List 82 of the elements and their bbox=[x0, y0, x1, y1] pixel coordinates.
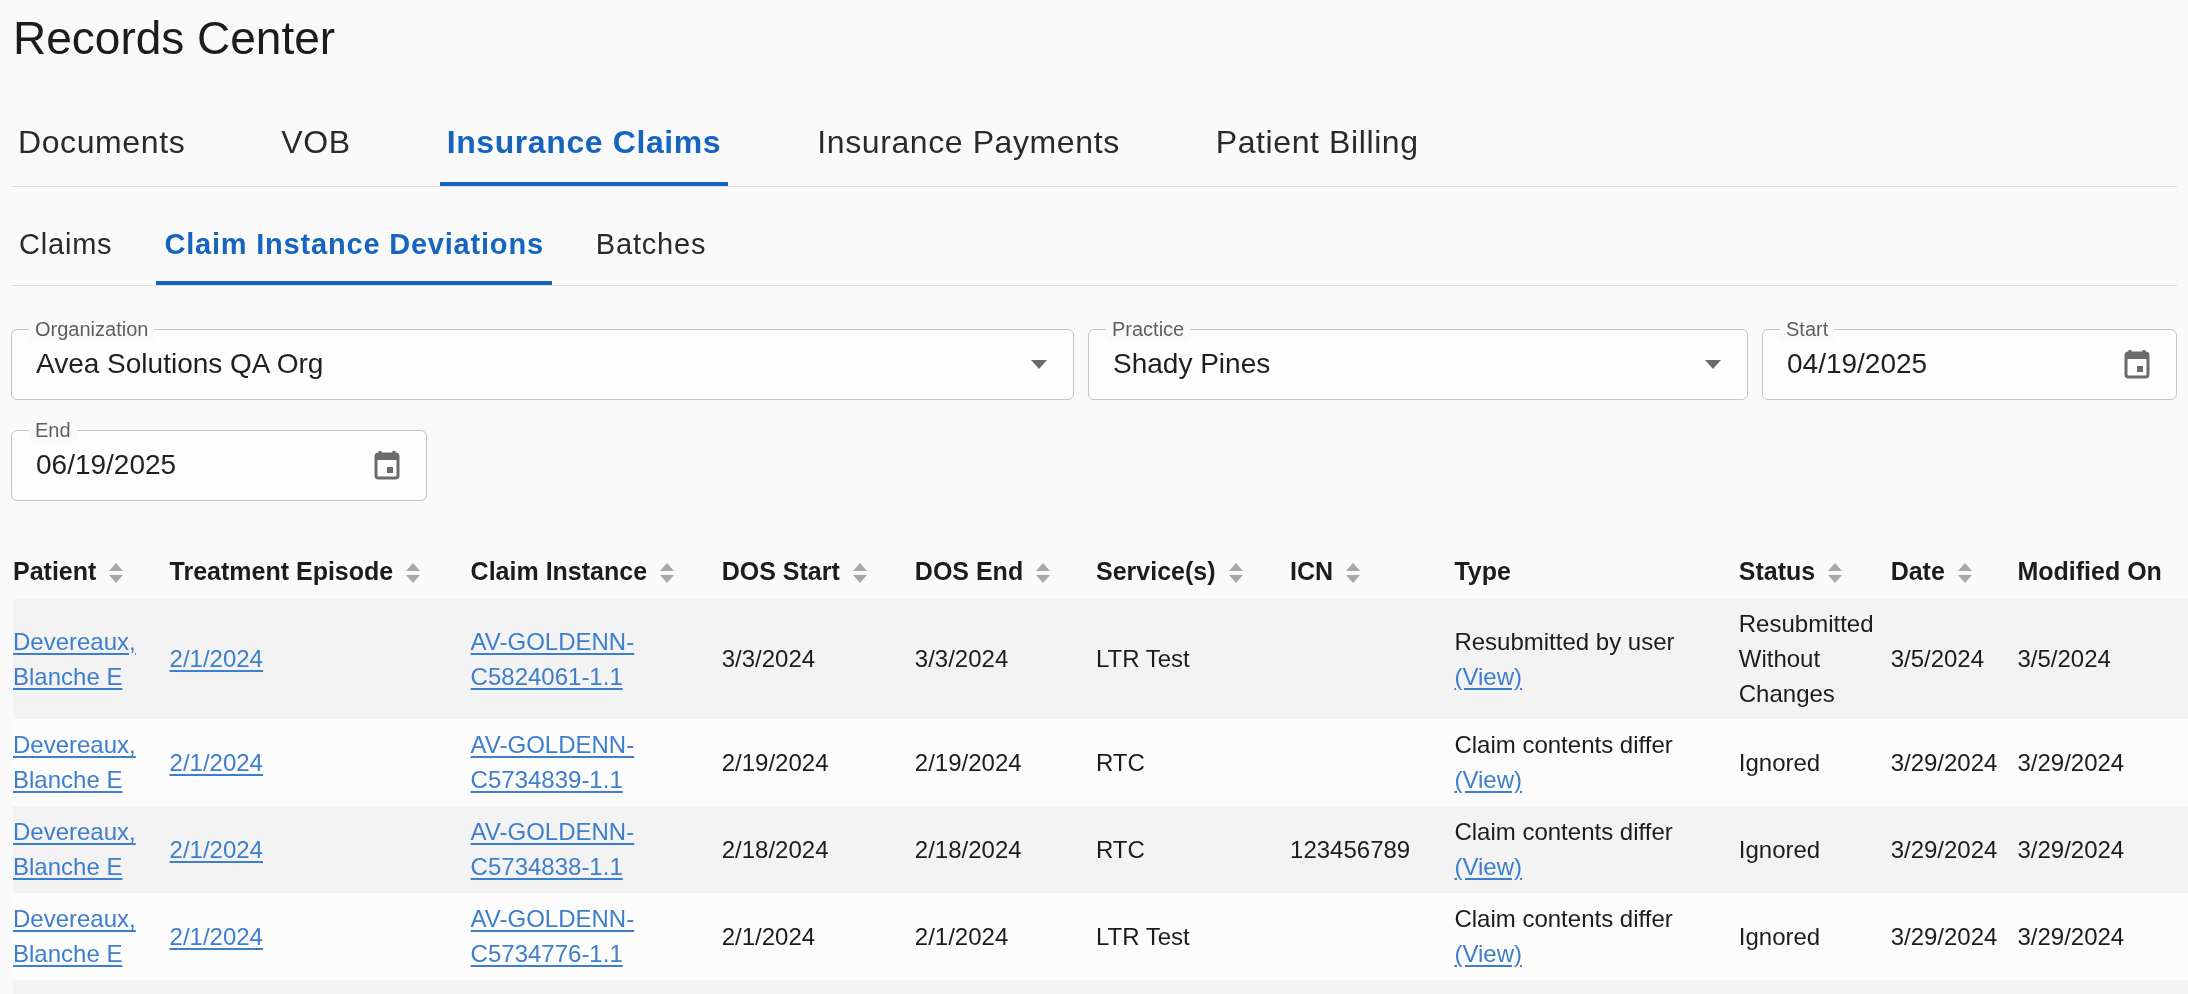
sort-icon[interactable] bbox=[108, 561, 125, 584]
table-cell: Ignored bbox=[1738, 892, 1891, 980]
table-cell: LTR Test bbox=[1095, 598, 1291, 719]
column-header[interactable]: ICN bbox=[1290, 556, 1334, 585]
table-cell: Resubmitted Without Changes bbox=[1738, 598, 1891, 719]
table-cell: 123456789 bbox=[1290, 805, 1455, 893]
view-link[interactable]: (View) bbox=[1454, 658, 1522, 694]
table-cell: Ignored bbox=[1738, 718, 1891, 806]
table-cell: 3/3/2024 bbox=[721, 598, 915, 719]
table-cell: 3/3/2024 bbox=[914, 598, 1096, 719]
table-cell: Ignored bbox=[1738, 805, 1891, 893]
episode-link[interactable]: 2/1/2024 bbox=[169, 744, 263, 780]
sort-icon[interactable] bbox=[1035, 561, 1052, 584]
table-cell: 2/18/2024 bbox=[721, 805, 915, 893]
field-value: 06/19/2025 bbox=[36, 448, 177, 482]
page-title: Records Center bbox=[13, 11, 337, 66]
table-cell: 3/29/2024 bbox=[1890, 718, 2018, 806]
field-value: 04/19/2025 bbox=[1787, 347, 1928, 381]
view-link[interactable]: (View) bbox=[1454, 762, 1522, 797]
tab[interactable]: Insurance Payments bbox=[810, 118, 1127, 186]
table-cell: 3/29/2024 bbox=[2017, 892, 2188, 980]
sort-icon[interactable] bbox=[1956, 561, 1973, 584]
column-header[interactable]: Treatment Episode bbox=[169, 556, 394, 585]
calendar-icon[interactable] bbox=[374, 450, 400, 480]
field-value: Shady Pines bbox=[1113, 347, 1271, 381]
calendar-icon[interactable] bbox=[2124, 349, 2150, 379]
field-value: Avea Solutions QA Org bbox=[36, 347, 324, 381]
episode-link[interactable]: 2/1/2024 bbox=[169, 831, 263, 867]
episode-link[interactable]: 2/1/2024 bbox=[169, 641, 263, 676]
sort-icon[interactable] bbox=[1227, 561, 1244, 584]
table-cell: 3/29/2024 bbox=[2017, 718, 2188, 806]
table-cell: 3/5/2024 bbox=[1890, 598, 2018, 719]
table-cell: 3/29/2024 bbox=[1890, 892, 2018, 980]
column-header: Type bbox=[1454, 556, 1511, 585]
tab[interactable]: Patient Billing bbox=[1208, 118, 1426, 186]
column-header[interactable]: Patient bbox=[13, 556, 97, 585]
column-header[interactable]: DOS End bbox=[914, 556, 1024, 585]
table-cell: RTC bbox=[1095, 805, 1291, 893]
claim-link[interactable]: AV-GOLDENN-C5734776-1.1 bbox=[470, 901, 712, 971]
type-text: Claim contents differ bbox=[1454, 904, 1674, 934]
view-link[interactable]: (View) bbox=[1454, 936, 1522, 971]
column-header[interactable]: DOS Start bbox=[721, 556, 840, 585]
type-text: Claim contents differ bbox=[1454, 730, 1674, 760]
dropdown-caret-icon[interactable] bbox=[1031, 359, 1047, 369]
view-link[interactable]: (View) bbox=[1454, 849, 1522, 884]
column-header[interactable]: Claim Instance bbox=[470, 556, 648, 585]
tab[interactable]: VOB bbox=[274, 118, 358, 186]
table-cell: 2/19/2024 bbox=[914, 718, 1096, 806]
patient-link[interactable]: Devereaux, Blanche E bbox=[13, 727, 160, 797]
table-cell: 2/1/2024 bbox=[721, 892, 915, 980]
type-text: Claim contents differ bbox=[1454, 817, 1674, 847]
table-cell: RTC bbox=[1095, 718, 1291, 806]
column-header[interactable]: Service(s) bbox=[1095, 556, 1216, 585]
patient-link[interactable]: Devereaux, Blanche E bbox=[13, 814, 160, 884]
column-header[interactable]: Date bbox=[1890, 556, 1945, 585]
sort-icon[interactable] bbox=[659, 561, 676, 584]
episode-link[interactable]: 2/1/2024 bbox=[169, 918, 263, 954]
sort-icon[interactable] bbox=[1827, 561, 1844, 584]
table-cell: 2/1/2024 bbox=[914, 892, 1096, 980]
subtab[interactable]: Batches bbox=[587, 223, 715, 285]
table-cell: LTR Test bbox=[1095, 892, 1291, 980]
dropdown-caret-icon[interactable] bbox=[1705, 359, 1721, 369]
patient-link[interactable]: Devereaux, Blanche E bbox=[13, 901, 160, 971]
tab[interactable]: Insurance Claims bbox=[439, 118, 729, 186]
table-cell: 3/29/2024 bbox=[2017, 805, 2188, 893]
claim-link[interactable]: AV-GOLDENN-C5734839-1.1 bbox=[470, 727, 712, 797]
subtab[interactable]: Claims bbox=[11, 223, 121, 285]
type-text: Resubmitted by user bbox=[1454, 626, 1676, 657]
sort-icon[interactable] bbox=[851, 561, 868, 584]
column-header: Modified On bbox=[2017, 556, 2162, 585]
sort-icon[interactable] bbox=[405, 561, 422, 584]
claim-link[interactable]: AV-GOLDENN-C5734838-1.1 bbox=[470, 814, 712, 884]
table-cell: 2/19/2024 bbox=[721, 718, 915, 806]
table-cell: 2/18/2024 bbox=[914, 805, 1096, 893]
table-cell: 3/5/2024 bbox=[2017, 598, 2188, 719]
sort-icon[interactable] bbox=[1345, 561, 1362, 584]
patient-link[interactable]: Devereaux, Blanche E bbox=[13, 623, 160, 694]
subtab[interactable]: Claim Instance Deviations bbox=[156, 223, 552, 285]
tab[interactable]: Documents bbox=[11, 118, 193, 186]
table-cell: 3/29/2024 bbox=[1890, 805, 2018, 893]
claim-link[interactable]: AV-GOLDENN-C5824061-1.1 bbox=[470, 623, 712, 694]
column-header[interactable]: Status bbox=[1738, 556, 1816, 585]
